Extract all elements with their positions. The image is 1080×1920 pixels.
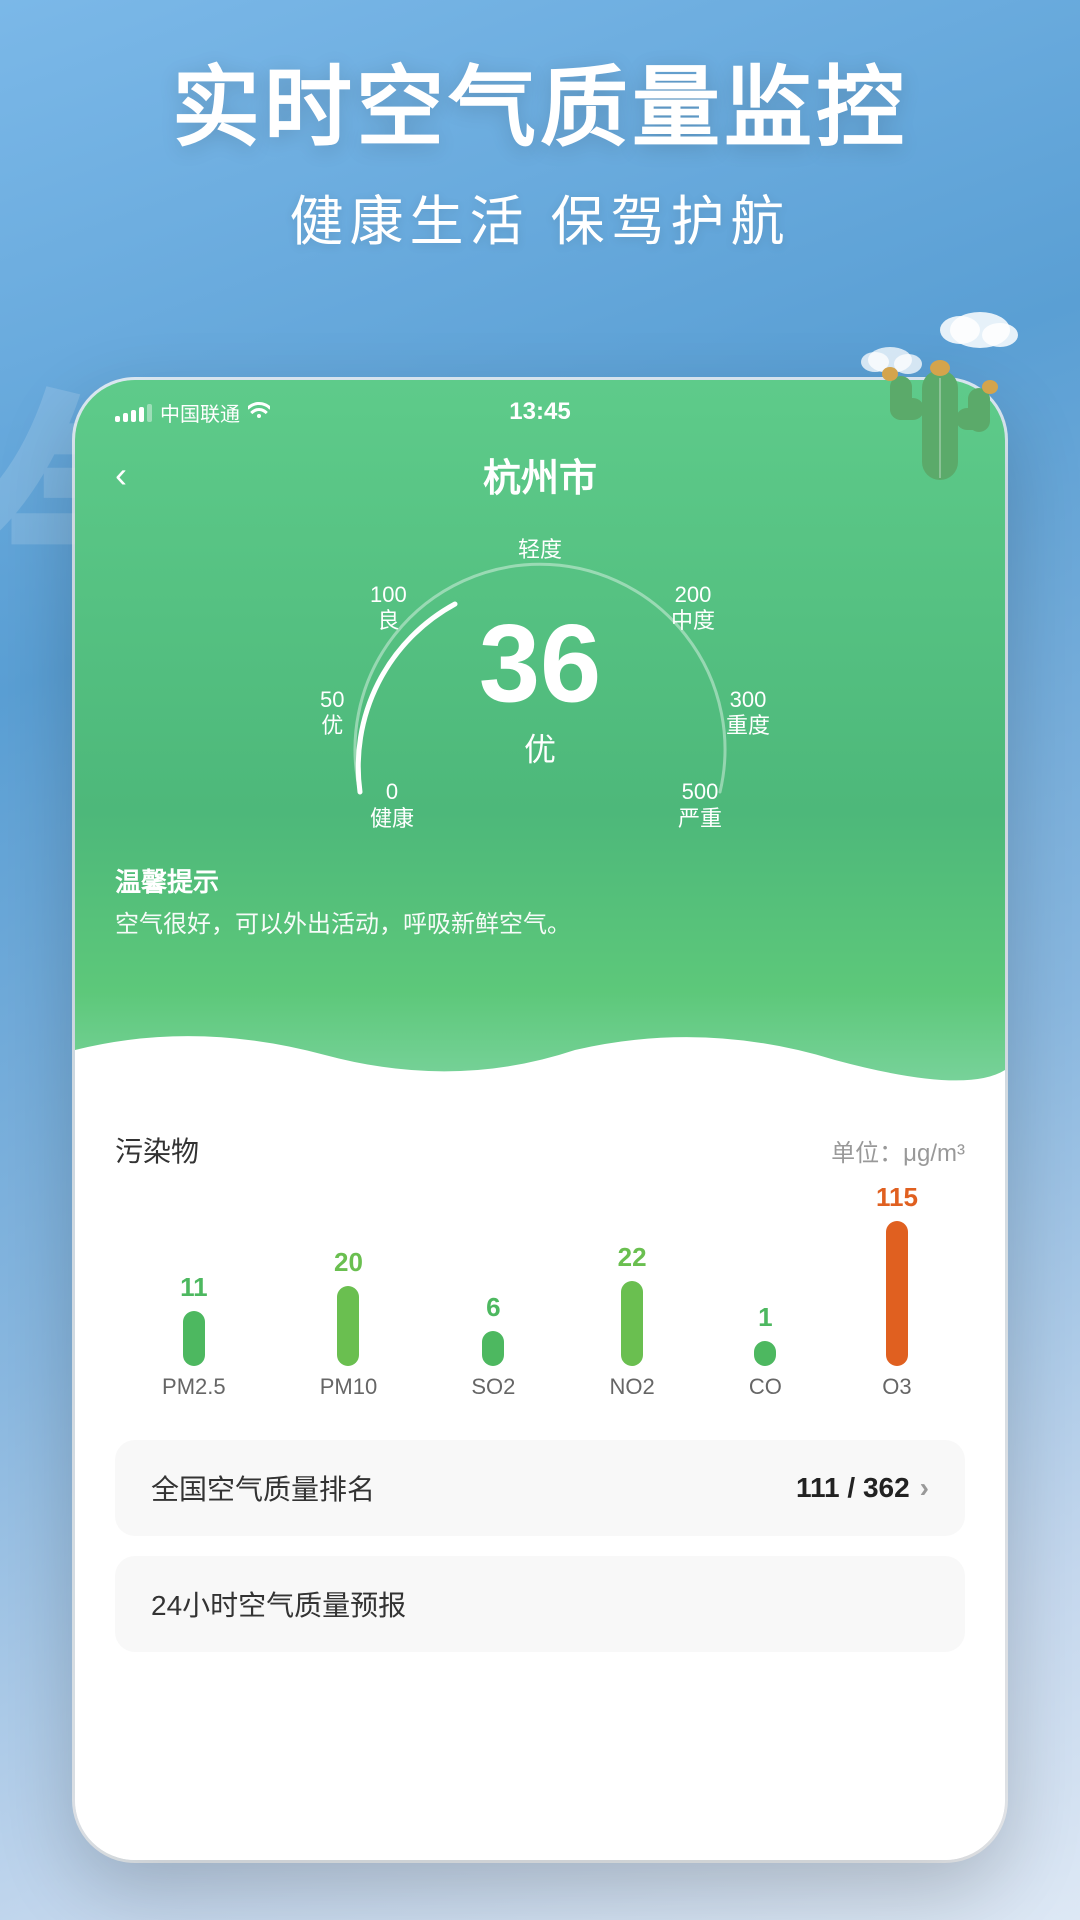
sub-title: 健康生活 保驾护航: [0, 177, 1080, 256]
ranking-value: 111 / 362 ›: [796, 1472, 929, 1504]
pollutant-name: PM2.5: [162, 1374, 226, 1400]
pollutants-unit: 单位：μg/m³: [831, 1133, 965, 1168]
ranking-label: 全国空气质量排名: [151, 1468, 375, 1508]
city-name: 杭州市: [483, 447, 597, 502]
pollutant-bar: [621, 1281, 643, 1366]
phone-mockup: 中国联通 13:45 ‹ 杭州市: [75, 380, 1005, 1860]
wifi-icon: [248, 401, 270, 424]
ranking-chevron: ›: [920, 1472, 929, 1504]
pollutant-item: 1 CO: [749, 1302, 782, 1400]
pollutants-title: 污染物: [115, 1130, 199, 1170]
pollutant-bar: [886, 1221, 908, 1366]
pollutant-name: CO: [749, 1374, 782, 1400]
forecast-label: 24小时空气质量预报: [151, 1584, 406, 1624]
main-title: 实时空气质量监控: [0, 60, 1080, 157]
signal-bar-4: [139, 407, 144, 422]
tips-title: 温馨提示: [115, 862, 965, 899]
pollutant-bar: [482, 1331, 504, 1366]
pollutants-header: 污染物 单位：μg/m³: [115, 1130, 965, 1170]
pollutant-name: SO2: [471, 1374, 515, 1400]
pollutants-grid: 11 PM2.5 20 PM10 6 SO2 22 NO2 1 CO 115 O…: [115, 1200, 965, 1400]
pollutant-item: 6 SO2: [471, 1292, 515, 1400]
aqi-level: 优: [479, 725, 601, 771]
forecast-card[interactable]: 24小时空气质量预报: [115, 1556, 965, 1652]
pollutant-item: 11 PM2.5: [162, 1272, 226, 1400]
gauge-label-top: 轻度: [518, 532, 562, 564]
pollutant-item: 20 PM10: [320, 1247, 377, 1400]
pollutant-bar: [754, 1341, 776, 1366]
gauge-label-right: 300重度: [726, 687, 770, 740]
wave-divider: [75, 1020, 1005, 1100]
pollutant-value: 6: [486, 1292, 500, 1323]
gauge-label-topright: 200中度: [671, 582, 715, 635]
gauge-label-bottomright: 500严重: [678, 779, 722, 832]
aqi-value: 36: [479, 610, 601, 720]
pollutant-value: 11: [180, 1272, 208, 1303]
back-button[interactable]: ‹: [115, 454, 127, 496]
header-section: 实时空气质量监控 健康生活 保驾护航: [0, 60, 1080, 256]
content-section: 污染物 单位：μg/m³ 11 PM2.5 20 PM10 6 SO2 22 N…: [75, 1100, 1005, 1860]
time-display: 13:45: [509, 398, 570, 426]
pollutant-bar: [183, 1311, 205, 1366]
gauge-container: 轻度 100良 200中度 50优 300重度 0健康 500严重 36 优: [280, 522, 800, 842]
gauge-label-left: 50优: [320, 687, 344, 740]
cactus-decoration: [860, 290, 1020, 490]
pollutant-value: 20: [334, 1247, 363, 1278]
gauge-label-topleft: 100良: [370, 582, 407, 635]
signal-bar-3: [131, 410, 136, 422]
pollutant-value: 115: [876, 1182, 918, 1213]
signal-bar-2: [123, 413, 128, 422]
signal-bar-1: [115, 416, 120, 422]
signal-bars: [115, 404, 152, 422]
gauge-label-bottomleft: 0健康: [370, 779, 414, 832]
pollutant-value: 22: [618, 1242, 647, 1273]
pollutant-name: NO2: [609, 1374, 654, 1400]
pollutant-name: O3: [882, 1374, 911, 1400]
pollutant-name: PM10: [320, 1374, 377, 1400]
carrier-name: 中国联通: [160, 398, 240, 427]
signal-bar-5: [147, 404, 152, 422]
ranking-card[interactable]: 全国空气质量排名 111 / 362 ›: [115, 1440, 965, 1536]
status-left: 中国联通: [115, 398, 270, 427]
tips-section: 温馨提示 空气很好，可以外出活动，呼吸新鲜空气。: [75, 842, 1005, 963]
gauge-center: 36 优: [479, 610, 601, 771]
pollutant-bar: [337, 1286, 359, 1366]
pollutant-item: 115 O3: [876, 1182, 918, 1400]
tips-content: 空气很好，可以外出活动，呼吸新鲜空气。: [115, 907, 965, 943]
pollutant-item: 22 NO2: [609, 1242, 654, 1400]
pollutant-value: 1: [758, 1302, 772, 1333]
